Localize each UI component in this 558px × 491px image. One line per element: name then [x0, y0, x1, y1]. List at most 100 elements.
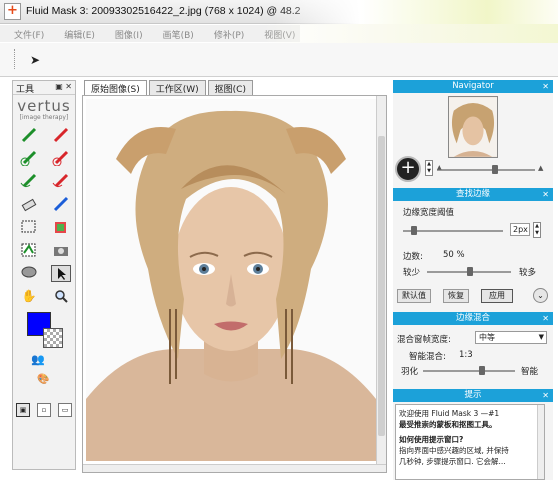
find-edges-header: 查找边缘 ✕	[393, 188, 553, 201]
feather-smart-slider[interactable]	[423, 366, 515, 375]
edge-blend-header: 边缘混合 ✕	[393, 312, 553, 325]
menu-bar-fade	[260, 24, 558, 44]
close-icon[interactable]: ✕	[542, 80, 549, 93]
lasso-icon[interactable]	[19, 265, 39, 282]
blend-width-select[interactable]: 中等 ▼	[475, 331, 547, 344]
edge-threshold-input[interactable]: 2px	[510, 223, 530, 236]
close-icon[interactable]: ✕	[542, 389, 549, 402]
scroll-thumb[interactable]	[378, 136, 385, 436]
edges-label: 边数:	[403, 252, 423, 262]
tool-grid: ✋	[13, 121, 75, 305]
edge-threshold-label: 边缘宽度阈值	[403, 208, 455, 218]
camera-icon[interactable]	[51, 242, 71, 259]
panel-controls-icon[interactable]: ▣ ✕	[55, 82, 72, 91]
smart-blend-value: 1:3	[459, 350, 473, 360]
window-title: Fluid Mask 3: 20093302516422_2.jpg (768 …	[26, 5, 301, 17]
delete-brush-icon[interactable]	[51, 127, 71, 144]
edges-less-label: 较少	[403, 268, 421, 278]
pointer-arrow-icon[interactable]: ➤	[30, 53, 40, 67]
smart-blend-label: 智能混合:	[409, 352, 446, 362]
view-mode-2-icon[interactable]: ▫	[37, 403, 51, 417]
tips-scrollbar[interactable]	[537, 405, 544, 479]
delete-local-brush-icon[interactable]	[51, 150, 71, 167]
select-rect-icon[interactable]	[19, 219, 39, 236]
edges-slider[interactable]	[427, 267, 511, 276]
default-button[interactable]: 默认值	[397, 289, 431, 303]
eraser-icon[interactable]	[19, 196, 39, 213]
edges-more-label: 较多	[519, 268, 537, 278]
tips-title: 提示	[464, 390, 482, 400]
mask-view-icon[interactable]: 👥	[31, 353, 45, 366]
smart-right-label: 智能	[521, 367, 539, 377]
tab-cutout[interactable]: 抠图(C)	[207, 80, 253, 95]
blend-width-label: 混合窗帧宽度:	[397, 335, 451, 345]
apply-button[interactable]: 应用	[481, 289, 513, 303]
feather-smart-knob[interactable]	[479, 366, 485, 375]
canvas-vertical-scrollbar[interactable]	[376, 96, 386, 472]
vertus-logo-subtitle: [image therapy]	[19, 114, 69, 121]
title-bar-fade	[275, 0, 558, 24]
delete-fill-brush-icon[interactable]	[51, 173, 71, 190]
zoom-small-icon: ▲	[437, 164, 442, 171]
tips-heading: 如何使用提示窗口?	[399, 435, 464, 444]
chevron-down-icon: ▼	[538, 333, 544, 341]
feather-label: 羽化	[401, 367, 419, 377]
toolbar: ➤	[0, 43, 558, 77]
edge-blend-title: 边缘混合	[455, 313, 490, 323]
menu-brush[interactable]: 画笔(B)	[149, 25, 200, 41]
zoom-slider[interactable]	[437, 165, 535, 174]
tab-workspace[interactable]: 工作区(W)	[148, 80, 206, 95]
menu-bar: 文件(F)编辑(E)图像(I)画笔(B)修补(P)视图(V)	[0, 25, 300, 42]
tools-panel-title: 工具	[16, 85, 35, 95]
vertus-logo: vertus	[17, 97, 71, 115]
navigator-thumbnail[interactable]	[448, 96, 498, 158]
zoom-plus-icon[interactable]: +	[395, 156, 421, 182]
menu-edit[interactable]: 编辑(E)	[50, 25, 101, 41]
edge-tool-icon[interactable]	[19, 242, 39, 259]
zoom-magnifier-icon[interactable]	[51, 288, 71, 305]
select-arrow-icon[interactable]	[51, 265, 71, 282]
hand-pan-icon[interactable]: ✋	[19, 288, 39, 305]
tips-line-3: 指向界面中感兴趣的区域, 并保持	[399, 446, 509, 455]
tips-header: 提示 ✕	[393, 389, 553, 402]
edge-threshold-stepper[interactable]: ▲ ▼	[533, 222, 541, 238]
close-icon[interactable]: ✕	[542, 188, 549, 201]
zoom-slider-knob[interactable]	[492, 165, 498, 174]
keep-brush-icon[interactable]	[19, 127, 39, 144]
tips-line-1: 欢迎使用 Fluid Mask 3 —#1	[399, 409, 500, 418]
keep-fill-brush-icon[interactable]	[19, 173, 39, 190]
menu-patch[interactable]: 修补(P)	[200, 25, 250, 41]
background-color-swatch[interactable]	[43, 328, 63, 348]
zoom-stepper[interactable]: ▲ ▼	[425, 160, 433, 176]
canvas-horizontal-scrollbar[interactable]	[83, 464, 386, 472]
view-mode-1-icon[interactable]: ▣	[16, 403, 30, 417]
edge-threshold-knob[interactable]	[411, 226, 417, 235]
patch-icon[interactable]	[51, 219, 71, 236]
tools-panel: 工具 ▣ ✕ vertus [image therapy] ✋ 👥 🎨 ▣ ▫ …	[12, 80, 76, 470]
canvas-tabs: 原始图像(S) 工作区(W) 抠图(C)	[84, 80, 255, 95]
view-mode-3-icon[interactable]: ▭	[58, 403, 72, 417]
title-bar: + Fluid Mask 3: 20093302516422_2.jpg (76…	[0, 0, 558, 24]
right-panel: Navigator ✕ + ▲ ▼ ▲ ▲ 查找边缘 ✕ 边缘宽度阈值 2px ▲ ▼ …	[393, 80, 553, 480]
app-icon: +	[4, 3, 21, 20]
tab-original-image[interactable]: 原始图像(S)	[84, 80, 147, 95]
tips-line-4: 几秒钟, 步骤提示窗口. 它会解...	[399, 457, 506, 466]
blend-brush-icon[interactable]	[51, 196, 71, 213]
menu-image[interactable]: 图像(I)	[101, 25, 149, 41]
restore-button[interactable]: 恢复	[443, 289, 469, 303]
expand-chevron-icon[interactable]: ⌄	[533, 288, 548, 303]
close-icon[interactable]: ✕	[542, 312, 549, 325]
toolbar-grip	[14, 49, 16, 69]
tips-line-2: 最受推崇的蒙板和抠图工具。	[399, 420, 497, 429]
keep-local-brush-icon[interactable]	[19, 150, 39, 167]
image-canvas[interactable]: 在线	[82, 95, 387, 473]
edge-threshold-slider[interactable]	[403, 226, 503, 235]
tips-content: 欢迎使用 Fluid Mask 3 —#1 最受推崇的蒙板和抠图工具。 如何使用…	[395, 404, 545, 480]
navigator-title: Navigator	[452, 81, 494, 91]
blend-width-value: 中等	[479, 333, 495, 342]
color-picker-icon[interactable]: 🎨	[37, 374, 49, 385]
edges-slider-knob[interactable]	[467, 267, 473, 276]
tools-panel-header: 工具 ▣ ✕	[13, 81, 75, 95]
view-mode-buttons: ▣ ▫ ▭	[16, 403, 72, 421]
menu-file[interactable]: 文件(F)	[0, 25, 50, 41]
